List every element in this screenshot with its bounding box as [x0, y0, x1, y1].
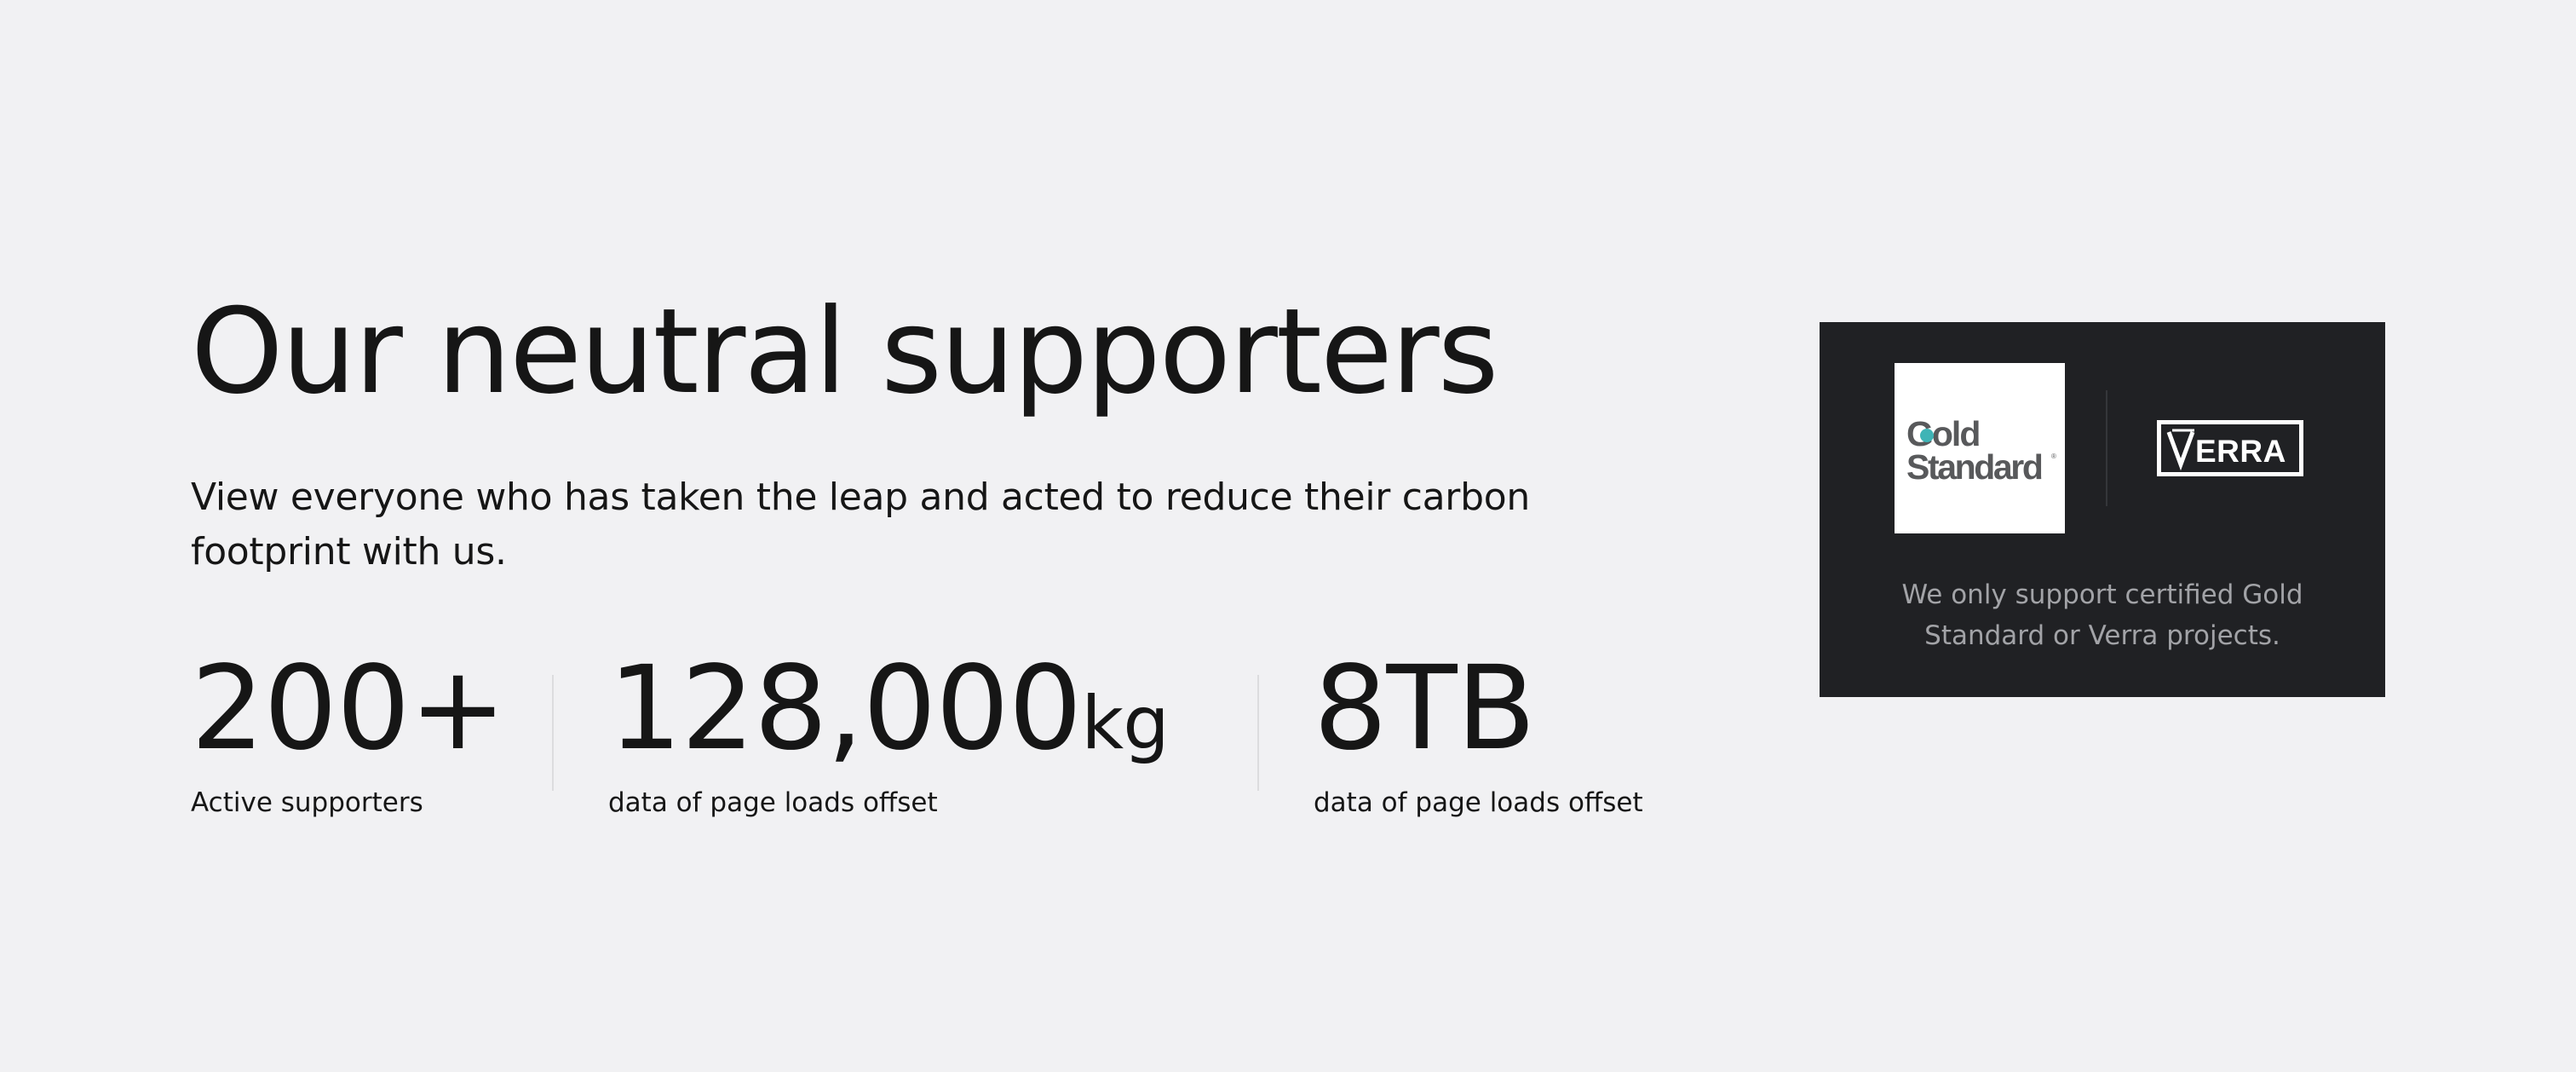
stat-divider	[1257, 675, 1259, 791]
certification-logos: Gold Standard ® ERRA	[1820, 363, 2385, 533]
stat-divider	[552, 675, 554, 791]
logo-divider	[2106, 390, 2107, 506]
stats-row: 200+ Active supporters 128,000kg data of…	[191, 651, 1656, 818]
stat-label: data of page loads offset	[1314, 787, 1643, 818]
page-title: Our neutral supporters	[191, 283, 1499, 420]
certification-card: Gold Standard ® ERRA We only support cer…	[1820, 322, 2385, 697]
svg-text:Standard: Standard	[1906, 447, 2042, 487]
stat-value: 200+	[191, 651, 552, 767]
supporters-section: Our neutral supporters View everyone who…	[191, 283, 1656, 819]
certification-note: We only support certified Gold Standard …	[1901, 579, 2303, 651]
stat-active-supporters: 200+ Active supporters	[191, 651, 552, 818]
stat-value-number: 200+	[191, 642, 507, 776]
verra-logo: ERRA	[2157, 420, 2303, 476]
page-subtitle: View everyone who has taken the leap and…	[191, 475, 1530, 573]
stat-value-number: 128,000	[608, 642, 1082, 776]
gold-standard-logo-icon: Gold Standard ®	[1906, 414, 2056, 487]
stat-label: data of page loads offset	[608, 787, 938, 818]
stat-value: 128,000kg	[608, 651, 1257, 767]
stat-data-offset: 8TB data of page loads offset	[1314, 651, 1643, 818]
stat-value-number: 8TB	[1314, 642, 1536, 776]
stat-carbon-offset: 128,000kg data of page loads offset	[608, 651, 1257, 818]
verra-logo-icon: ERRA	[2157, 420, 2303, 476]
svg-text:®: ®	[2051, 452, 2056, 460]
svg-text:ERRA: ERRA	[2195, 434, 2286, 469]
stat-label: Active supporters	[191, 787, 423, 818]
stat-value-unit: kg	[1081, 681, 1169, 766]
gold-standard-logo: Gold Standard ®	[1895, 363, 2065, 533]
stat-value: 8TB	[1314, 651, 1643, 767]
